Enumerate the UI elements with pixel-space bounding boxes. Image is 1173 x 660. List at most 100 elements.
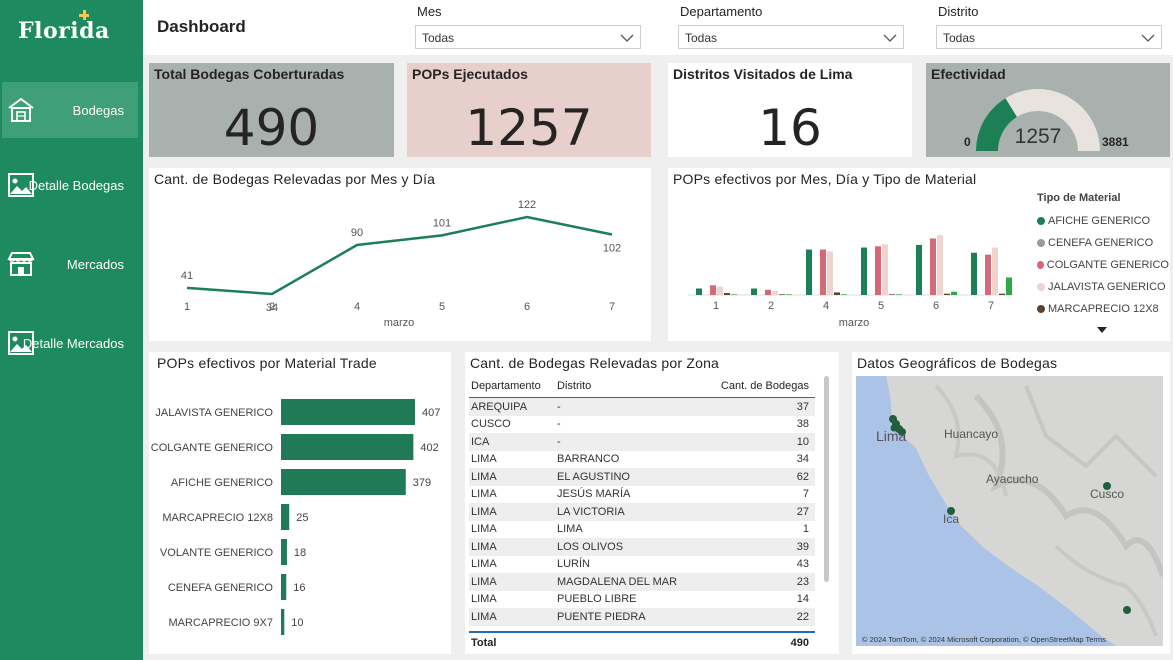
kpi-title: POPs Ejecutados <box>412 66 528 82</box>
slicer-value: Todas <box>943 31 976 45</box>
nav-bodegas[interactable]: Bodegas <box>2 82 138 138</box>
departamento-dropdown[interactable]: Todas <box>678 25 904 49</box>
table-cell: 14 <box>796 593 809 606</box>
data-label: 41 <box>181 270 193 282</box>
column-header[interactable]: Distrito <box>557 380 707 392</box>
florida-logo: Florida <box>18 10 110 44</box>
map-label: Lima <box>876 428 907 444</box>
map-attribution[interactable]: © 2024 TomTom, © 2024 Microsoft Corporat… <box>862 635 1106 644</box>
nav-detalle-bodegas[interactable]: Detalle Bodegas <box>2 157 138 213</box>
map-card[interactable]: Datos Geográficos de Bodegas Lima Huanca… <box>852 352 1170 654</box>
table-cell: PUEBLO LIBRE <box>557 593 637 606</box>
table-row[interactable]: LIMA PUENTE PIEDRA 22 <box>469 608 815 626</box>
bar <box>281 434 414 460</box>
x-tick-label: 4 <box>354 301 360 313</box>
table-cell: LIMA <box>471 453 497 466</box>
map-view[interactable]: Lima Huancayo Ayacucho Ica Cusco © 2024 … <box>856 376 1163 646</box>
table-row[interactable]: LIMA BARRANCO 34 <box>469 451 815 469</box>
table-cell: ICA <box>471 435 490 448</box>
category-label: MARCAPRECIO 12X8 <box>162 512 273 524</box>
table-cell: MAGDALENA DEL MAR <box>557 575 678 588</box>
table-cell: LIMA <box>557 523 583 536</box>
zona-table-card[interactable]: Cant. de Bodegas Relevadas por Zona Depa… <box>465 352 839 654</box>
bar <box>1006 277 1012 295</box>
data-label: 90 <box>351 227 363 239</box>
slicer-departamento: Departamento Todas <box>678 4 904 49</box>
table-cell: LIMA <box>471 558 497 571</box>
kpi-title: Distritos Visitados de Lima <box>673 66 853 82</box>
kpi-value: 490 <box>223 99 320 157</box>
table-row[interactable]: LIMA EL AGUSTINO 62 <box>469 468 815 486</box>
table-body: AREQUIPA -37 CUSCO -38 ICA -10 LIMA BARRANCO 34 L… <box>469 398 815 626</box>
table-cell: 7 <box>802 488 809 501</box>
table-cell: - <box>557 400 561 413</box>
table-row[interactable]: LIMA MAGDALENA DEL MAR 23 <box>469 573 815 591</box>
x-tick-label: 5 <box>878 300 884 312</box>
data-label: 16 <box>293 582 305 594</box>
bar <box>717 286 723 295</box>
bar <box>889 294 895 295</box>
bar <box>281 399 415 425</box>
table-cell: 22 <box>796 610 809 623</box>
kpi-value: 1257 <box>465 99 593 157</box>
grouped-bar-chart-card[interactable]: POPs efectivos por Mes, Día y Tipo de Ma… <box>668 168 1170 341</box>
table-cell: LIMA <box>471 593 497 606</box>
data-label: 10 <box>291 617 303 629</box>
gauge-max: 3881 <box>1102 135 1129 149</box>
bar <box>944 293 950 295</box>
mes-dropdown[interactable]: Todas <box>415 25 641 49</box>
table-row[interactable]: ICA - 10 <box>469 433 815 451</box>
legend-item[interactable]: CENEFA GENERICO <box>1037 232 1169 254</box>
nav-detalle-mercados[interactable]: Detalle Mercados <box>2 315 138 371</box>
table-cell: 34 <box>796 453 809 466</box>
legend-item[interactable]: COLGANTE GENERICO <box>1037 254 1169 276</box>
legend-item[interactable]: MARCAPRECIO 12X8 <box>1037 298 1169 320</box>
nav-mercados[interactable]: Mercados <box>2 236 138 292</box>
bar <box>806 249 812 295</box>
column-header[interactable]: Departamento <box>469 380 557 392</box>
legend-label: MARCAPRECIO 12X8 <box>1048 303 1159 315</box>
table-row[interactable]: LIMA LIMA 1 <box>469 521 815 539</box>
kpi-card-pops[interactable]: POPs Ejecutados 1257 <box>407 63 651 157</box>
kpi-card-efectividad[interactable]: Efectividad 0 3881 1257 <box>926 63 1170 157</box>
bar <box>751 288 757 295</box>
table-row[interactable]: LIMA LA VICTORIA 27 <box>469 503 815 521</box>
x-tick-label: 2 <box>269 301 275 313</box>
table-row[interactable]: LIMA LOS OLIVOS 39 <box>469 538 815 556</box>
bar <box>281 504 290 530</box>
x-axis-title: marzo <box>384 317 415 329</box>
data-label: 101 <box>433 217 451 229</box>
logo-cross-icon <box>79 10 89 20</box>
bar <box>281 539 287 565</box>
column-header[interactable]: Cant. de Bodegas <box>707 380 813 392</box>
table-cell: AREQUIPA <box>471 400 528 413</box>
x-tick-label: 1 <box>713 300 719 312</box>
kpi-card-distritos[interactable]: Distritos Visitados de Lima 16 <box>668 63 912 157</box>
slicer-distrito: Distrito Todas <box>936 4 1162 49</box>
table-cell: 38 <box>796 418 809 431</box>
table-row[interactable]: LIMA PUEBLO LIBRE 14 <box>469 591 815 609</box>
bar <box>875 246 881 295</box>
table-cell: LIMA <box>471 540 497 553</box>
legend-item[interactable]: JALAVISTA GENERICO <box>1037 276 1169 298</box>
line-chart-card[interactable]: Cant. de Bodegas Relevadas por Mes y Día… <box>149 168 651 341</box>
bar <box>281 469 406 495</box>
table-row[interactable]: LIMA LURÍN 43 <box>469 556 815 574</box>
table-cell: LIMA <box>471 610 497 623</box>
chevron-down-icon <box>883 34 897 42</box>
legend-scroll-down-icon[interactable] <box>1096 326 1108 334</box>
legend-title: Tipo de Material <box>1037 192 1121 204</box>
table-scrollbar[interactable] <box>824 376 829 582</box>
table-row[interactable]: AREQUIPA - 37 <box>469 398 815 416</box>
legend-label: JALAVISTA GENERICO <box>1048 281 1166 293</box>
map-label: Ica <box>943 512 960 526</box>
table-row[interactable]: CUSCO - 38 <box>469 416 815 434</box>
distrito-dropdown[interactable]: Todas <box>936 25 1162 49</box>
table-row[interactable]: LIMA JESÚS MARÍA 7 <box>469 486 815 504</box>
legend-item[interactable]: AFICHE GENERICO <box>1037 210 1169 232</box>
x-tick-label: 4 <box>823 300 829 312</box>
material-trade-chart-card[interactable]: POPs efectivos por Material Trade JALAVI… <box>149 352 451 654</box>
bar <box>820 249 826 295</box>
kpi-card-bodegas[interactable]: Total Bodegas Coberturadas 490 <box>149 63 394 157</box>
table-cell: 39 <box>796 540 809 553</box>
